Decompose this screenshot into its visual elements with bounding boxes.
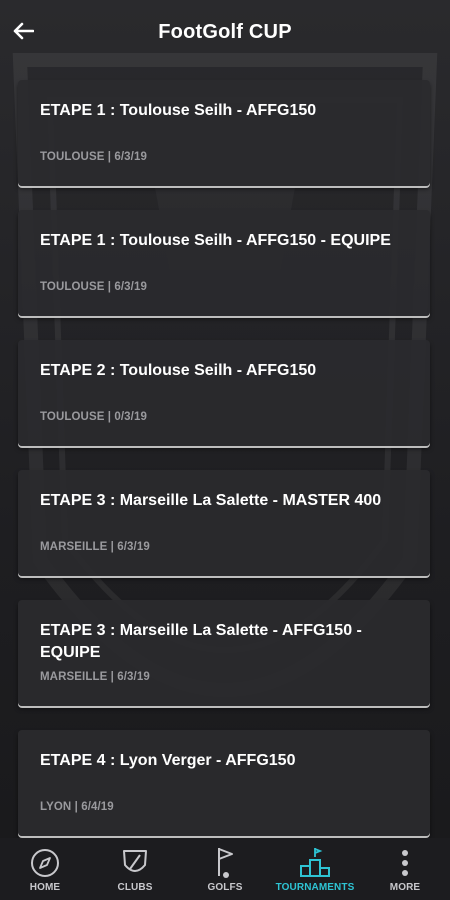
nav-tournaments-label: TOURNAMENTS <box>275 882 355 893</box>
nav-more-label: MORE <box>389 882 421 893</box>
tournament-location-date: TOULOUSE | 6/3/19 <box>40 151 147 163</box>
flag-icon <box>218 848 233 878</box>
tournament-title: ETAPE 3 : Marseille La Salette - AFFG150… <box>40 622 362 661</box>
nav-tournaments[interactable]: TOURNAMENTS <box>270 838 360 900</box>
tournament-title: ETAPE 2 : Toulouse Seilh - AFFG150 <box>40 362 317 379</box>
page-title: FootGolf CUP <box>158 20 292 43</box>
nav-home-label: HOME <box>29 882 61 893</box>
nav-more[interactable]: MORE <box>360 838 450 900</box>
back-button[interactable] <box>10 18 36 44</box>
compass-icon <box>31 849 59 877</box>
nav-golfs-label: GOLFS <box>207 882 243 893</box>
tournament-location-date: MARSEILLE | 6/3/19 <box>40 541 150 553</box>
tournament-card[interactable]: ETAPE 3 : Marseille La Salette - AFFG150… <box>18 600 430 706</box>
podium-icon <box>300 848 330 877</box>
tournament-title: ETAPE 1 : Toulouse Seilh - AFFG150 <box>40 102 317 119</box>
tournament-location-date: LYON | 6/4/19 <box>40 801 114 813</box>
nav-clubs[interactable]: CLUBS <box>90 838 180 900</box>
tournament-card[interactable]: ETAPE 3 : Marseille La Salette - MASTER … <box>18 470 430 576</box>
tournament-card[interactable]: ETAPE 2 : Toulouse Seilh - AFFG150 TOULO… <box>18 340 430 446</box>
tournament-title: ETAPE 4 : Lyon Verger - AFFG150 <box>40 752 296 769</box>
tournament-card[interactable]: ETAPE 1 : Toulouse Seilh - AFFG150 TOULO… <box>18 80 430 186</box>
tournament-title: ETAPE 1 : Toulouse Seilh - AFFG150 - EQU… <box>40 232 391 249</box>
bottom-navigation: HOME CLUBS GOLFS TOURNAMENTS MORE <box>0 838 450 900</box>
nav-home[interactable]: HOME <box>0 838 90 900</box>
more-vertical-icon <box>402 850 408 876</box>
app-header: FootGolf CUP <box>0 0 450 64</box>
shield-icon <box>123 850 147 872</box>
arrow-left-icon <box>13 22 34 40</box>
tournament-location-date: MARSEILLE | 6/3/19 <box>40 671 150 683</box>
tournament-title: ETAPE 3 : Marseille La Salette - MASTER … <box>40 492 382 509</box>
tournament-location-date: TOULOUSE | 6/3/19 <box>40 281 147 293</box>
nav-clubs-label: CLUBS <box>117 882 153 893</box>
nav-golfs[interactable]: GOLFS <box>180 838 270 900</box>
tournament-card[interactable]: ETAPE 1 : Toulouse Seilh - AFFG150 - EQU… <box>18 210 430 316</box>
tournament-card[interactable]: ETAPE 4 : Lyon Verger - AFFG150 LYON | 6… <box>18 730 430 836</box>
tournament-location-date: TOULOUSE | 0/3/19 <box>40 411 147 423</box>
